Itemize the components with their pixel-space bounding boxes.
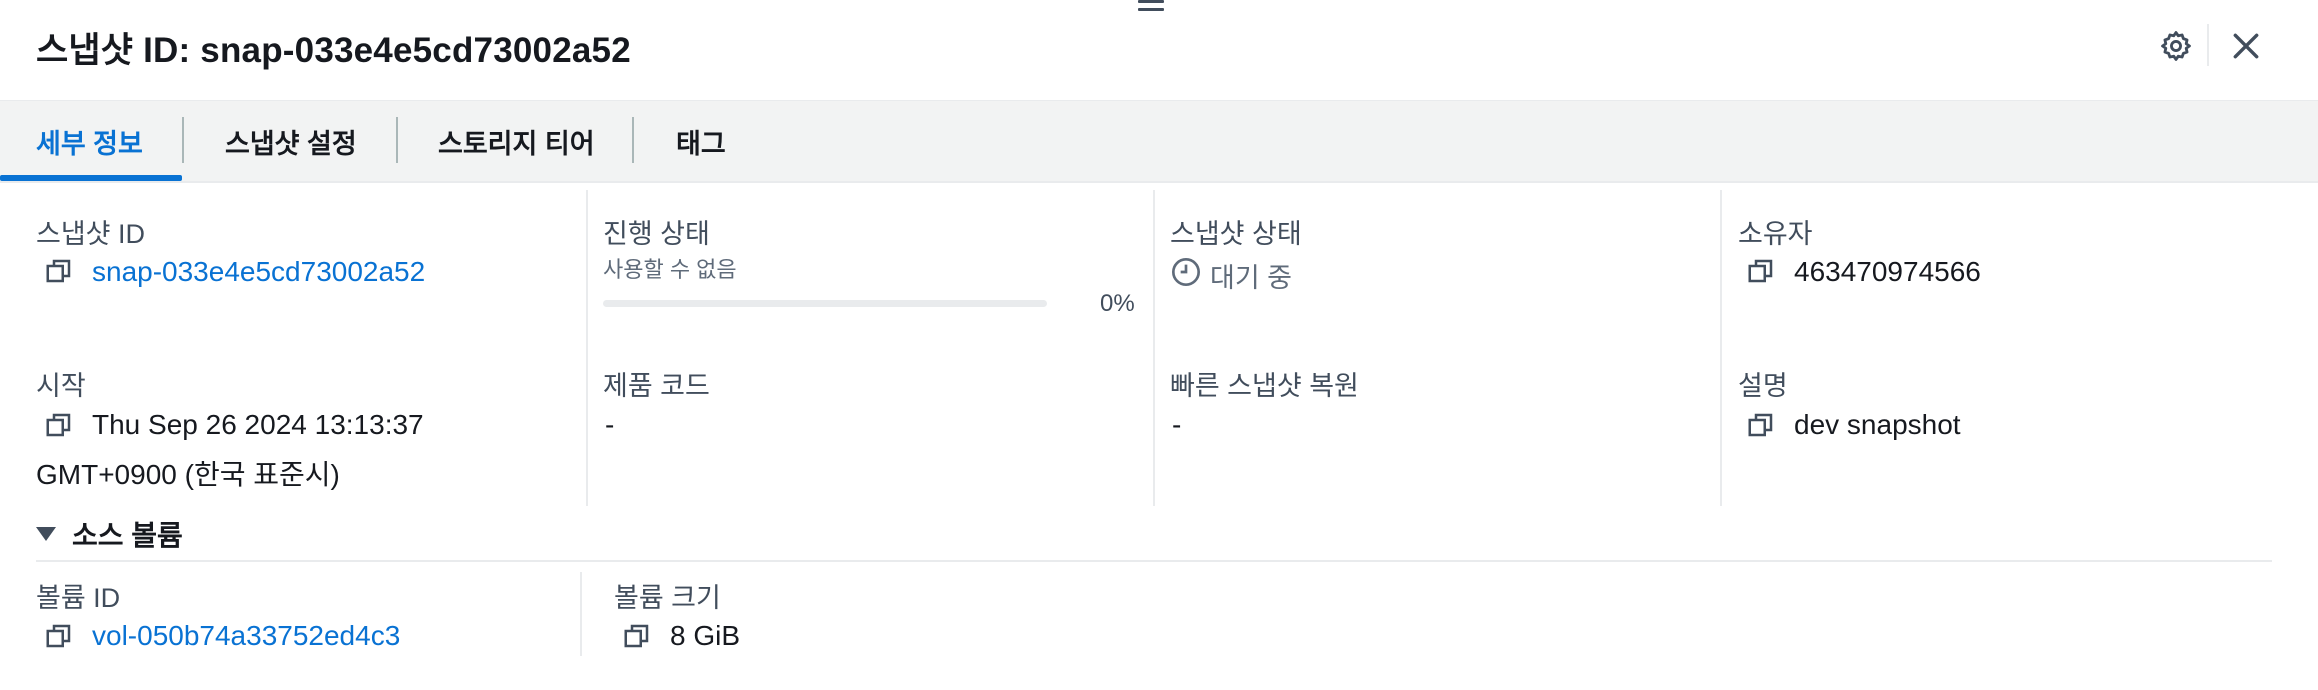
tab-bar: 세부 정보 스냅샷 설정 스토리지 티어 태그 — [0, 100, 2318, 183]
description-value: dev snapshot — [1794, 409, 1961, 440]
copy-icon[interactable] — [44, 256, 74, 286]
fast-restore-label: 빠른 스냅샷 복원 — [1170, 371, 1359, 401]
product-code-label: 제품 코드 — [603, 371, 710, 401]
snapshot-status-label: 스냅샷 상태 — [1170, 219, 1302, 249]
page-title: 스냅샷 ID: snap-033e4e5cd73002a52 — [36, 31, 631, 70]
product-code-value: - — [605, 409, 615, 440]
tab-divider — [182, 117, 184, 163]
volume-id-link[interactable]: vol-050b74a33752ed4c3 — [92, 620, 400, 652]
volume-size-value: 8 GiB — [670, 620, 741, 651]
close-icon — [2233, 33, 2259, 59]
snapshot-status-value: 대기 중 — [1210, 263, 1293, 293]
owner-label: 소유자 — [1738, 219, 1813, 249]
copy-icon[interactable] — [1746, 256, 1776, 286]
tab-tags[interactable]: 태그 — [676, 101, 726, 181]
progress-sublabel: 사용할 수 없음 — [603, 257, 737, 282]
column-divider — [580, 572, 582, 656]
column-divider — [1153, 190, 1155, 506]
copy-icon[interactable] — [1746, 410, 1776, 440]
progress-label: 진행 상태 — [603, 219, 710, 249]
tab-divider — [632, 117, 634, 163]
tab-details[interactable]: 세부 정보 — [36, 101, 143, 181]
column-divider — [586, 190, 588, 506]
tab-storage-tier[interactable]: 스토리지 티어 — [438, 101, 595, 181]
settings-button[interactable] — [2152, 22, 2200, 70]
snapshot-id-link[interactable]: snap-033e4e5cd73002a52 — [92, 256, 425, 288]
fast-restore-value: - — [1172, 409, 1182, 440]
section-divider — [36, 560, 2272, 562]
volume-size-label: 볼륨 크기 — [614, 583, 721, 613]
tab-divider — [396, 117, 398, 163]
started-value-timezone: GMT+0900 (한국 표준시) — [36, 459, 340, 490]
source-volume-toggle[interactable]: 소스 볼륨 — [36, 516, 183, 552]
close-button[interactable] — [2222, 22, 2270, 70]
copy-icon[interactable] — [44, 410, 74, 440]
active-tab-indicator — [0, 175, 182, 181]
started-value-date: Thu Sep 26 2024 13:13:37 — [92, 409, 424, 440]
caret-down-icon — [36, 527, 56, 541]
tab-snapshot-settings[interactable]: 스냅샷 설정 — [225, 101, 357, 181]
progress-bar — [603, 300, 1047, 307]
column-divider — [1720, 190, 1722, 506]
panel-header: 스냅샷 ID: snap-033e4e5cd73002a52 — [0, 0, 2318, 100]
header-divider — [2207, 24, 2209, 66]
source-volume-title: 소스 볼륨 — [72, 520, 183, 551]
clock-icon — [1170, 256, 1202, 288]
snapshot-id-label: 스냅샷 ID — [36, 219, 146, 249]
progress-percent: 0% — [1100, 290, 1135, 317]
copy-icon[interactable] — [44, 621, 74, 651]
started-label: 시작 — [36, 371, 86, 401]
owner-value: 463470974566 — [1794, 256, 1981, 287]
gear-icon — [2161, 31, 2191, 61]
description-label: 설명 — [1738, 371, 1788, 401]
volume-id-label: 볼륨 ID — [36, 583, 121, 613]
copy-icon[interactable] — [622, 621, 652, 651]
